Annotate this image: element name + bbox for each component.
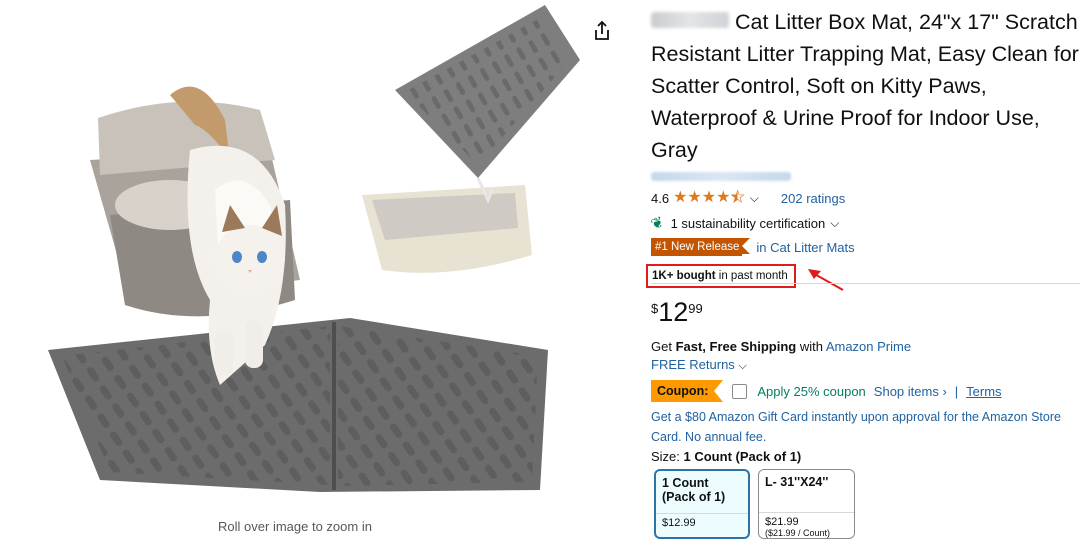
size-option-large[interactable]: L- 31''X24'' $21.99 ($21.99 / Count)	[758, 469, 855, 539]
size-option-price: $12.99	[662, 517, 696, 529]
star-rating[interactable]: ★ ★ ★ ★ ★	[673, 189, 745, 206]
share-icon[interactable]	[593, 20, 611, 42]
terms-link[interactable]: Terms	[966, 384, 1001, 399]
apply-coupon-label[interactable]: Apply 25% coupon	[757, 384, 865, 399]
bought-period: in past month	[715, 270, 788, 282]
size-option-name: 1 Count (Pack of 1)	[662, 476, 726, 504]
bought-highlight: 1K+ bought in past month	[646, 264, 796, 288]
size-option-name: L- 31''X24''	[765, 475, 829, 489]
size-option-price: $21.99	[765, 516, 799, 528]
size-option-1-count[interactable]: 1 Count (Pack of 1) $12.99	[654, 469, 750, 539]
shipping-line: Get Fast, Free Shipping with Amazon Prim…	[651, 338, 1080, 356]
shipping-bold: Fast, Free Shipping	[675, 339, 797, 354]
size-option-unit-price: ($21.99 / Count)	[765, 528, 831, 538]
coupon-checkbox[interactable]	[732, 383, 748, 399]
coupon-badge: Coupon:	[651, 380, 724, 402]
store-link-redacted[interactable]	[651, 172, 791, 181]
product-title: Cat Litter Box Mat, 24"x 17" Scratch Res…	[651, 6, 1080, 166]
product-info: Cat Litter Box Mat, 24"x 17" Scratch Res…	[646, 0, 1080, 288]
chevron-down-icon: ⌵	[738, 360, 747, 372]
chevron-down-icon: ⌵	[830, 215, 840, 230]
rating-row: 4.6 ★ ★ ★ ★ ★ ⌵ 202 ratings	[651, 189, 1080, 207]
shipping-middle: with	[796, 339, 826, 354]
sustainability-text: 1 sustainability certification	[670, 215, 826, 231]
category-link[interactable]: in Cat Litter Mats	[756, 240, 854, 255]
shop-items-link[interactable]: Shop items ›	[874, 384, 947, 399]
price-symbol: $	[651, 301, 659, 316]
star-icon: ★	[687, 189, 702, 206]
free-returns[interactable]: FREE Returns ⌵	[651, 357, 747, 373]
zoom-hint: Roll over image to zoom in	[218, 519, 372, 534]
price: $ 12 99	[651, 297, 703, 327]
annotation-arrow-icon	[808, 269, 844, 291]
shipping-prefix: Get	[651, 339, 676, 354]
size-label: Size: 1 Count (Pack of 1)	[651, 449, 801, 464]
new-release-badge[interactable]: #1 New Release	[651, 238, 751, 256]
chevron-down-icon[interactable]: ⌵	[750, 191, 759, 206]
separator: |	[954, 383, 959, 399]
divider	[651, 283, 1080, 284]
bought-count: 1K+ bought	[652, 270, 716, 282]
leaf-icon: ❦	[648, 213, 667, 234]
bestseller-row: #1 New Release in Cat Litter Mats	[651, 238, 1080, 256]
price-whole: 12	[658, 297, 689, 327]
ratings-link[interactable]: 202 ratings	[781, 191, 845, 206]
prime-link[interactable]: Amazon Prime	[826, 339, 911, 354]
gift-card-offer[interactable]: Get a $80 Amazon Gift Card instantly upo…	[651, 407, 1080, 447]
half-star-icon: ★	[730, 189, 745, 206]
price-fraction: 99	[688, 301, 703, 316]
coupon-row: Coupon: Apply 25% coupon Shop items › | …	[651, 380, 1002, 402]
rating-value: 4.6	[651, 190, 670, 206]
sustainability-row[interactable]: ❦ 1 sustainability certification ⌵	[648, 213, 1080, 234]
star-icon: ★	[716, 189, 731, 206]
brand-redacted	[651, 12, 729, 28]
size-label-prefix: Size:	[651, 449, 684, 464]
size-option-price-block: $21.99 ($21.99 / Count)	[759, 513, 854, 543]
product-photo	[48, 5, 580, 492]
star-icon: ★	[673, 189, 688, 206]
size-selected: 1 Count (Pack of 1)	[683, 449, 802, 464]
free-returns-link[interactable]: FREE Returns	[651, 357, 735, 372]
product-title-text: Cat Litter Box Mat, 24"x 17" Scratch Res…	[651, 10, 1079, 162]
product-image[interactable]: Roll over image to zoom in	[0, 0, 590, 535]
star-icon: ★	[701, 189, 717, 206]
